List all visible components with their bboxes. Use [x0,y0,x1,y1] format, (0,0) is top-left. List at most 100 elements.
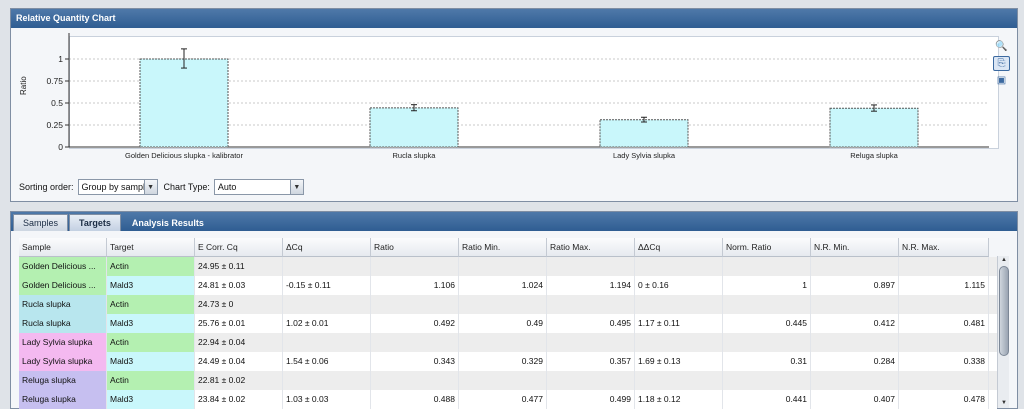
column-header-nr-min[interactable]: N.R. Min. [811,238,899,257]
cell-rmin: 0.329 [459,352,547,371]
cell-nrmin [811,257,899,276]
cell-nrmin [811,295,899,314]
cell-rmax: 0.357 [547,352,635,371]
cell-rmax: 1.194 [547,276,635,295]
cell-sample: Lady Sylvia slupka [19,352,107,371]
results-table: Sample Target E Corr. Cq ΔCq Ratio Ratio… [19,238,997,409]
column-header-nr-max[interactable]: N.R. Max. [899,238,989,257]
cell-ddcq [635,333,723,352]
table-scrollbar[interactable]: ▲ ▼ [997,256,1009,408]
cell-target: Mald3 [107,352,195,371]
cell-rmax: 0.495 [547,314,635,333]
column-header-norm-ratio[interactable]: Norm. Ratio [723,238,811,257]
copy-image-icon[interactable]: ▣ [993,73,1010,88]
y-tick-label: 1 [58,54,63,64]
table-row[interactable]: Golden Delicious ... Mald3 24.81 ± 0.03 -0.… [19,276,997,295]
cell-nrmax: 0.338 [899,352,989,371]
column-header-target[interactable]: Target [107,238,195,257]
cell-nratio [723,295,811,314]
cell-ratio: 0.488 [371,390,459,409]
tab-samples[interactable]: Samples [13,214,69,231]
relative-quantity-panel: Relative Quantity Chart Ratio 0 0.25 0.5 0.… [10,8,1018,202]
scroll-down-icon[interactable]: ▼ [998,399,1010,408]
cell-ratio: 0.343 [371,352,459,371]
cell-ecorr: 25.76 ± 0.01 [195,314,283,333]
table-row[interactable]: Golden Delicious ... Actin 24.95 ± 0.11 [19,257,997,276]
cell-target: Actin [107,257,195,276]
cell-rmax: 0.499 [547,390,635,409]
cell-nrmin: 0.407 [811,390,899,409]
cell-ratio [371,371,459,390]
sorting-order-label: Sorting order: [19,182,74,192]
table-row[interactable]: Rucla slupka Mald3 25.76 ± 0.01 1.02 ± 0.01… [19,314,997,333]
table-row[interactable]: Reluga slupka Actin 22.81 ± 0.02 [19,371,997,390]
table-row[interactable]: Rucla slupka Actin 24.73 ± 0 [19,295,997,314]
bar [369,107,459,148]
cell-nrmax [899,295,989,314]
cell-ddcq: 0 ± 0.16 [635,276,723,295]
cell-target: Actin [107,295,195,314]
cell-sample: Golden Delicious ... [19,257,107,276]
cell-target: Mald3 [107,276,195,295]
cell-ratio [371,333,459,352]
sorting-order-select[interactable]: Group by samples ▼ [77,179,158,195]
cell-dcq: 1.02 ± 0.01 [283,314,371,333]
cell-ratio: 1.106 [371,276,459,295]
cell-nrmax: 1.115 [899,276,989,295]
table-row[interactable]: Lady Sylvia slupka Actin 22.94 ± 0.04 [19,333,997,352]
scrollbar-thumb[interactable] [999,266,1009,356]
cell-nratio: 0.445 [723,314,811,333]
cell-rmin [459,295,547,314]
cell-rmin: 1.024 [459,276,547,295]
chart-type-select[interactable]: Auto ▼ [213,179,304,195]
cell-ecorr: 24.49 ± 0.04 [195,352,283,371]
x-tick-label: Reluga slupka [850,151,898,160]
scroll-up-icon[interactable]: ▲ [998,256,1010,265]
cell-nratio [723,333,811,352]
cell-ratio [371,257,459,276]
cell-nrmax [899,333,989,352]
cell-dcq: 1.54 ± 0.06 [283,352,371,371]
tab-analysis-results[interactable]: Analysis Results [122,214,214,231]
column-header-ratio[interactable]: Ratio [371,238,459,257]
y-tick-label: 0.25 [46,120,63,130]
cell-sample: Reluga slupka [19,390,107,409]
column-header-ratio-min[interactable]: Ratio Min. [459,238,547,257]
cell-dcq [283,257,371,276]
column-header-delta-delta-cq[interactable]: ΔΔCq [635,238,723,257]
cell-rmin [459,371,547,390]
cell-dcq [283,371,371,390]
chevron-down-icon: ▼ [143,180,157,194]
cell-nrmax [899,257,989,276]
table-row[interactable]: Lady Sylvia slupka Mald3 24.49 ± 0.04 1.54 … [19,352,997,371]
cell-sample: Lady Sylvia slupka [19,333,107,352]
column-header-e-corr-cq[interactable]: E Corr. Cq [195,238,283,257]
tab-targets[interactable]: Targets [69,214,121,231]
column-header-sample[interactable]: Sample [19,238,107,257]
cell-ddcq: 1.69 ± 0.13 [635,352,723,371]
chevron-down-icon: ▼ [289,180,303,194]
column-header-ratio-max[interactable]: Ratio Max. [547,238,635,257]
cell-rmin [459,333,547,352]
cell-rmin: 0.49 [459,314,547,333]
cell-ddcq [635,257,723,276]
cell-sample: Rucla slupka [19,314,107,333]
cell-target: Mald3 [107,314,195,333]
cell-target: Actin [107,333,195,352]
relative-quantity-chart: 0 0.25 0.5 0.75 1 Golden Delicious slupka - k… [46,33,989,160]
cell-nrmin [811,371,899,390]
column-header-delta-cq[interactable]: ΔCq [283,238,371,257]
cell-ddcq [635,371,723,390]
cell-nratio [723,371,811,390]
y-tick-label: 0 [58,142,63,152]
cell-rmax [547,257,635,276]
table-row[interactable]: Reluga slupka Mald3 23.84 ± 0.02 1.03 ± 0.0… [19,390,997,409]
cell-ecorr: 24.81 ± 0.03 [195,276,283,295]
cell-nratio: 1 [723,276,811,295]
zoom-in-icon[interactable]: 🔍 [993,39,1010,54]
cell-nratio [723,257,811,276]
bar [829,107,919,148]
export-chart-icon[interactable]: ⎘ [993,56,1010,71]
cell-ddcq: 1.18 ± 0.12 [635,390,723,409]
cell-sample: Rucla slupka [19,295,107,314]
